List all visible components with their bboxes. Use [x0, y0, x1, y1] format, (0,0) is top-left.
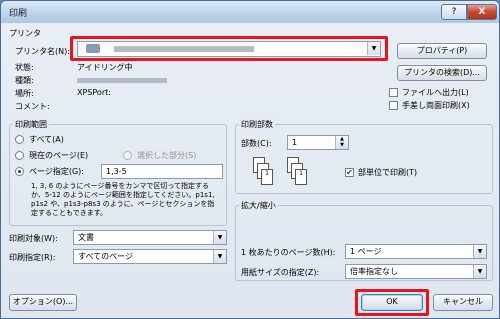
- window-title: 印刷: [9, 9, 28, 19]
- pages-per-sheet-label: 1 枚あたりのページ数(H):: [241, 248, 336, 257]
- find-printer-button[interactable]: プリンタの検索(D)...: [397, 65, 487, 81]
- chevron-down-icon[interactable]: ▼: [473, 265, 486, 278]
- comment-label: コメント:: [15, 102, 50, 111]
- help-button[interactable]: ?: [441, 4, 467, 20]
- chevron-down-icon[interactable]: ▼: [473, 245, 486, 258]
- range-pages-label[interactable]: ページ指定(G):: [29, 166, 84, 177]
- close-button[interactable]: X: [467, 4, 497, 20]
- manual-duplex-checkbox[interactable]: [389, 101, 398, 110]
- print-label: 印刷指定(R):: [9, 253, 56, 262]
- type-value-blurred: [77, 78, 167, 83]
- print-to-file-label[interactable]: ファイルへ出力(L): [402, 87, 469, 98]
- page-range-help-text: 1, 3, 6 のようにページ番号をカンマで区切って指定するか、5-12 のよう…: [31, 182, 215, 217]
- zoom-group-label: 拡大/縮小: [239, 200, 278, 211]
- pages-per-sheet-select[interactable]: 1 ページ ▼: [345, 244, 487, 259]
- printer-name-blurred: [114, 46, 254, 52]
- scale-to-paper-value: 倍率指定なし: [350, 267, 398, 276]
- copies-count-input[interactable]: 1 ▲ ▼: [287, 135, 349, 150]
- printer-group-label: プリンタ: [9, 29, 41, 38]
- print-to-file-checkbox[interactable]: [389, 88, 398, 97]
- status-value: アイドリング中: [77, 63, 133, 72]
- printer-icon: [86, 44, 100, 53]
- copies-group-label: 印刷部数: [239, 119, 275, 130]
- print-what-select[interactable]: 文書 ▼: [73, 230, 227, 245]
- scale-to-paper-label: 用紙サイズの指定(Z):: [241, 268, 320, 277]
- print-value: すべてのページ: [78, 252, 133, 261]
- page-icon: 1: [295, 169, 307, 185]
- properties-button[interactable]: プロパティ(P): [397, 43, 487, 59]
- chevron-down-icon[interactable]: ▼: [367, 42, 380, 55]
- range-selection-label: 選択した部分(S): [137, 151, 197, 160]
- print-what-value: 文書: [78, 233, 94, 242]
- range-all-radio[interactable]: [15, 135, 24, 144]
- copies-count-label: 部数(C):: [241, 139, 272, 148]
- location-label: 場所:: [15, 89, 34, 98]
- chevron-down-icon[interactable]: ▼: [213, 231, 226, 244]
- copies-count-value: 1: [292, 138, 298, 147]
- printer-name-select[interactable]: ▼: [77, 41, 381, 57]
- spinner-icon[interactable]: ▲ ▼: [335, 136, 348, 149]
- scale-to-paper-select[interactable]: 倍率指定なし ▼: [345, 264, 487, 279]
- page-range-group-label: 印刷範囲: [13, 119, 49, 130]
- range-current-radio[interactable]: [15, 151, 24, 160]
- pages-per-sheet-value: 1 ページ: [350, 247, 382, 256]
- cancel-button[interactable]: キャンセル: [433, 294, 493, 311]
- printer-name-label: プリンタ名(N):: [15, 47, 70, 56]
- collate-checkbox[interactable]: ✔: [345, 168, 354, 177]
- page-range-input[interactable]: 1,3-5: [101, 164, 223, 179]
- manual-duplex-label[interactable]: 手差し両面印刷(X): [402, 100, 470, 111]
- page-icon: 1: [261, 169, 273, 185]
- options-button[interactable]: オプション(O)...: [9, 294, 77, 311]
- print-what-label: 印刷対象(W):: [9, 234, 58, 243]
- range-all-label[interactable]: すべて(A): [29, 134, 64, 145]
- copies-frame: [235, 124, 493, 194]
- range-pages-radio[interactable]: [15, 167, 24, 176]
- chevron-down-icon[interactable]: ▼: [213, 250, 226, 263]
- print-dialog: 印刷 ? X プリンタ プリンタ名(N): ▼ プロパティ(P) プリンタの検索…: [0, 0, 500, 319]
- status-label: 状態:: [15, 63, 34, 72]
- collate-label[interactable]: 部単位で印刷(T): [358, 167, 417, 178]
- type-label: 種類:: [15, 76, 34, 85]
- range-current-label[interactable]: 現在のページ(E): [29, 150, 88, 161]
- location-value: XPSPort:: [77, 88, 111, 97]
- print-select[interactable]: すべてのページ ▼: [73, 249, 227, 264]
- title-bar[interactable]: 印刷 ? X: [1, 1, 499, 23]
- ok-button[interactable]: OK: [361, 294, 423, 311]
- range-selection-radio[interactable]: [123, 151, 132, 160]
